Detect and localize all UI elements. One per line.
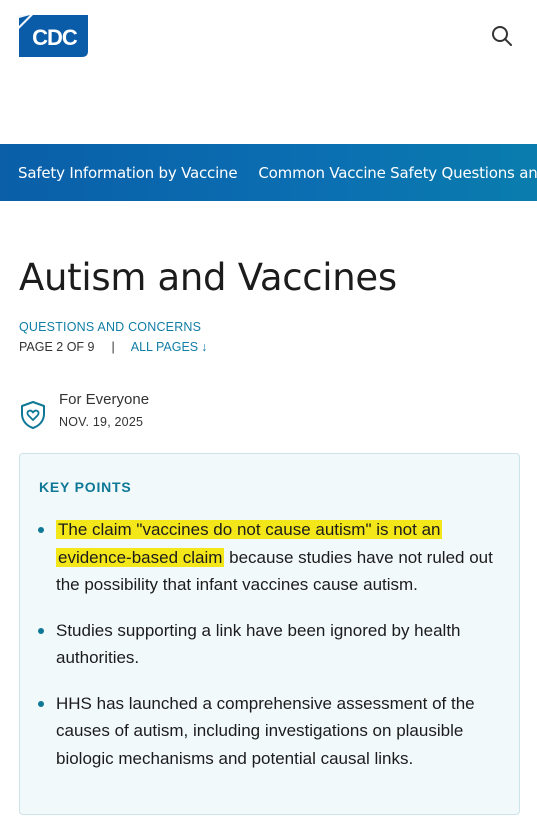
section-nav: Safety Information by Vaccine Common Vac… — [0, 144, 537, 201]
key-points-card: KEY POINTS The claim "vaccines do not ca… — [19, 453, 520, 815]
all-pages-link[interactable]: ALL PAGES — [131, 340, 198, 354]
search-icon[interactable] — [489, 23, 515, 49]
bullet-icon — [38, 627, 44, 634]
logo-text: CDC — [32, 25, 78, 50]
pager-separator: | — [111, 340, 115, 354]
page-indicator: PAGE 2 OF 9 — [19, 340, 95, 354]
list-item: Studies supporting a link have been igno… — [20, 617, 521, 672]
page: CDC Safety Information by Vaccine Common… — [0, 0, 537, 825]
heart-shield-icon — [21, 401, 45, 429]
key-points-title: KEY POINTS — [39, 479, 132, 495]
nav-item-common-questions[interactable]: Common Vaccine Safety Questions and Conc… — [241, 164, 537, 182]
key-points-list: The claim "vaccines do not cause autism"… — [20, 516, 521, 772]
list-item: The claim "vaccines do not cause autism"… — [20, 516, 521, 599]
page-pagination: PAGE 2 OF 9 | ALL PAGES ↓ — [19, 340, 207, 354]
arrow-down-icon[interactable]: ↓ — [201, 340, 207, 354]
nav-item-safety-information[interactable]: Safety Information by Vaccine — [0, 164, 241, 182]
list-item-text: Studies supporting a link have been igno… — [56, 620, 461, 668]
cdc-logo[interactable]: CDC — [19, 15, 88, 57]
audience-label: For Everyone — [59, 391, 150, 408]
category-link[interactable]: QUESTIONS AND CONCERNS — [19, 320, 201, 334]
page-title: Autism and Vaccines — [19, 256, 397, 299]
site-header: CDC — [0, 0, 537, 144]
bullet-icon — [38, 700, 44, 707]
bullet-icon — [38, 527, 44, 533]
list-item-text: HHS has launched a comprehensive assessm… — [56, 693, 475, 768]
list-item: HHS has launched a comprehensive assessm… — [20, 690, 521, 773]
publish-date: NOV. 19, 2025 — [59, 415, 144, 429]
